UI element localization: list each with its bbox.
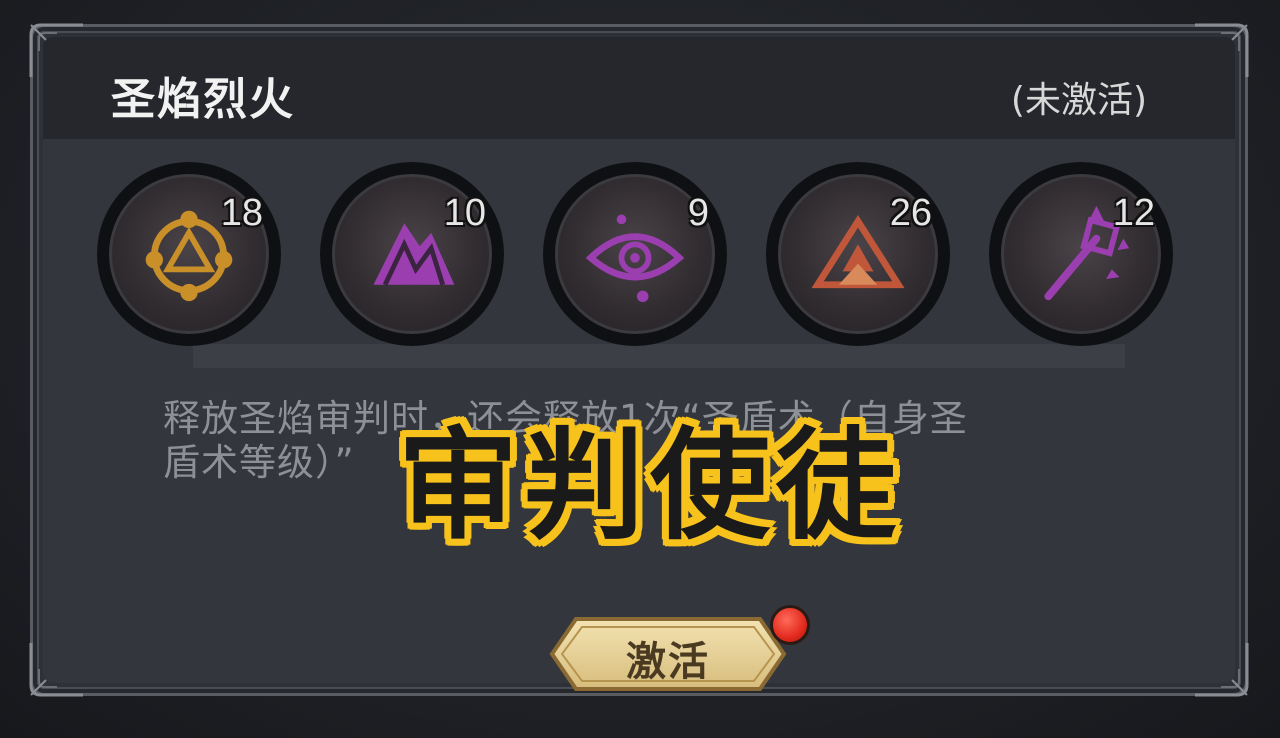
rune-slot[interactable]: 10 [320, 162, 504, 346]
game-screen: 圣焰烈火 (未激活) 18 10 9 26 12 释放圣焰审判时，还会释放1次“… [0, 0, 1280, 738]
rune-slot[interactable]: 18 [97, 162, 281, 346]
rune-count: 10 [443, 192, 486, 234]
set-title: 圣焰烈火 [111, 74, 295, 125]
activate-button[interactable]: 激活 [528, 605, 810, 701]
notification-dot-icon [770, 605, 810, 645]
rune-slot[interactable]: 12 [989, 162, 1173, 346]
rune-connector-track [193, 344, 1125, 368]
activate-button-label: 激活 [626, 639, 710, 685]
rune-slot[interactable]: 26 [766, 162, 950, 346]
rune-count: 26 [889, 192, 932, 234]
rune-slot[interactable]: 9 [543, 162, 727, 346]
rune-count: 9 [687, 192, 709, 234]
video-caption-overlay: 审判使徒 [398, 417, 902, 556]
activation-status: (未激活) [1010, 80, 1147, 121]
rune-count: 18 [220, 192, 263, 234]
rune-count: 12 [1112, 192, 1155, 234]
set-bonus-panel: 圣焰烈火 (未激活) 18 10 9 26 12 释放圣焰审判时，还会释放1次“… [29, 23, 1249, 697]
panel-header: 圣焰烈火 (未激活) [43, 37, 1235, 139]
